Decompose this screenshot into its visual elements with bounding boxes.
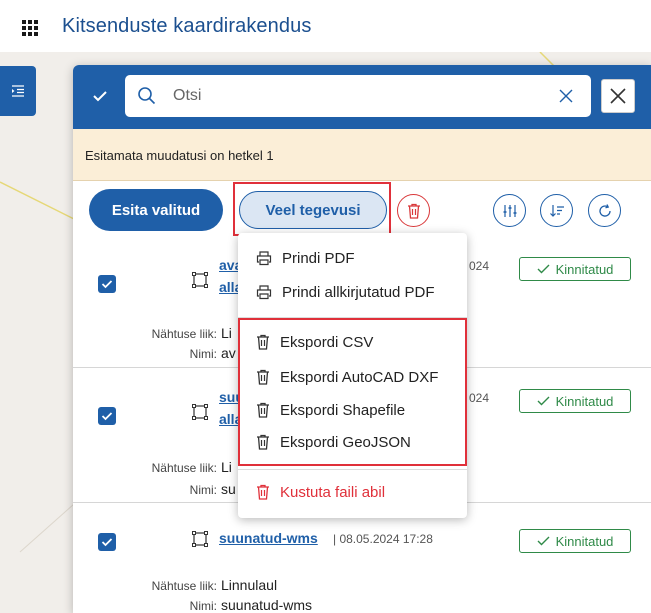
row-checkbox[interactable] bbox=[98, 533, 116, 551]
type-value: Li bbox=[221, 459, 232, 475]
expand-sidebar-button[interactable] bbox=[0, 66, 36, 116]
refresh-button[interactable] bbox=[588, 194, 621, 227]
status-badge: Kinnitatud bbox=[519, 257, 631, 281]
check-icon bbox=[93, 91, 107, 102]
refresh-icon bbox=[598, 203, 611, 217]
name-value: su bbox=[221, 481, 236, 497]
sliders-icon bbox=[503, 204, 516, 217]
list-item[interactable]: suunatud-wms | 08.05.2024 17:28 Kinnitat… bbox=[73, 517, 651, 613]
feature-date: 024 bbox=[469, 391, 490, 405]
app-title: Kitsenduste kaardirakendus bbox=[62, 15, 312, 37]
type-value: Linnulaul bbox=[221, 577, 278, 593]
apps-grid-icon[interactable] bbox=[22, 20, 38, 36]
status-label: Kinnitatud bbox=[555, 261, 614, 277]
check-icon bbox=[537, 536, 550, 546]
status-label: Kinnitatud bbox=[555, 533, 614, 549]
check-icon bbox=[101, 538, 113, 547]
polygon-shape-icon bbox=[192, 404, 208, 420]
name-value: suunatud-wms bbox=[221, 597, 313, 613]
menu-indent-icon bbox=[12, 85, 24, 97]
row-checkbox[interactable] bbox=[98, 407, 116, 425]
printer-icon bbox=[256, 251, 272, 266]
type-label: Nähtuse liik: bbox=[151, 327, 217, 341]
search-input[interactable] bbox=[173, 83, 533, 109]
status-badge: Kinnitatud bbox=[519, 529, 631, 553]
feature-link[interactable]: suunatud-wms bbox=[219, 530, 318, 546]
name-value: av bbox=[221, 345, 236, 361]
status-badge: Kinnitatud bbox=[519, 389, 631, 413]
close-icon bbox=[610, 88, 626, 104]
trash-icon bbox=[407, 203, 420, 219]
clear-search-icon[interactable] bbox=[557, 87, 575, 105]
highlight-more-actions bbox=[233, 182, 391, 236]
status-label: Kinnitatud bbox=[555, 393, 614, 409]
delete-button[interactable] bbox=[397, 194, 430, 227]
menu-item-print-signed-pdf[interactable]: Prindi allkirjutatud PDF bbox=[256, 279, 435, 305]
menu-item-delete-by-file[interactable]: Kustuta faili abil bbox=[256, 479, 385, 505]
close-panel-button[interactable] bbox=[601, 79, 635, 113]
polygon-shape-icon bbox=[192, 531, 208, 547]
check-icon bbox=[101, 412, 113, 421]
name-label: Nimi: bbox=[189, 347, 217, 361]
submit-selected-button[interactable]: Esita valitud bbox=[89, 189, 223, 231]
type-value: Li bbox=[221, 325, 232, 341]
pending-changes-notice: Esitamata muudatusi on hetkel 1 bbox=[73, 129, 651, 181]
menu-item-label: Prindi PDF bbox=[282, 249, 355, 267]
name-label: Nimi: bbox=[189, 483, 217, 497]
menu-item-print-pdf[interactable]: Prindi PDF bbox=[256, 245, 355, 271]
polygon-shape-icon bbox=[192, 272, 208, 288]
panel-header bbox=[73, 65, 651, 129]
name-label: Nimi: bbox=[189, 599, 217, 613]
check-icon bbox=[537, 264, 550, 274]
type-label: Nähtuse liik: bbox=[151, 579, 217, 593]
type-label: Nähtuse liik: bbox=[151, 461, 217, 475]
menu-item-label: Prindi allkirjutatud PDF bbox=[282, 283, 435, 301]
app-bar: Kitsenduste kaardirakendus bbox=[0, 0, 651, 52]
menu-divider bbox=[238, 469, 467, 470]
highlight-export-items bbox=[238, 318, 467, 466]
trash-icon bbox=[257, 484, 269, 500]
menu-item-label: Kustuta faili abil bbox=[280, 483, 386, 501]
sort-button[interactable] bbox=[540, 194, 573, 227]
row-checkbox[interactable] bbox=[98, 275, 116, 293]
feature-date: 024 bbox=[469, 259, 490, 273]
check-icon bbox=[101, 280, 113, 289]
check-icon bbox=[537, 396, 550, 406]
sort-icon bbox=[549, 204, 564, 217]
select-all-checkbox[interactable] bbox=[89, 85, 111, 107]
search-icon bbox=[138, 87, 156, 105]
filter-button[interactable] bbox=[493, 194, 526, 227]
feature-date: | 08.05.2024 17:28 bbox=[333, 532, 433, 546]
printer-icon bbox=[256, 285, 272, 300]
search-box bbox=[125, 75, 591, 117]
